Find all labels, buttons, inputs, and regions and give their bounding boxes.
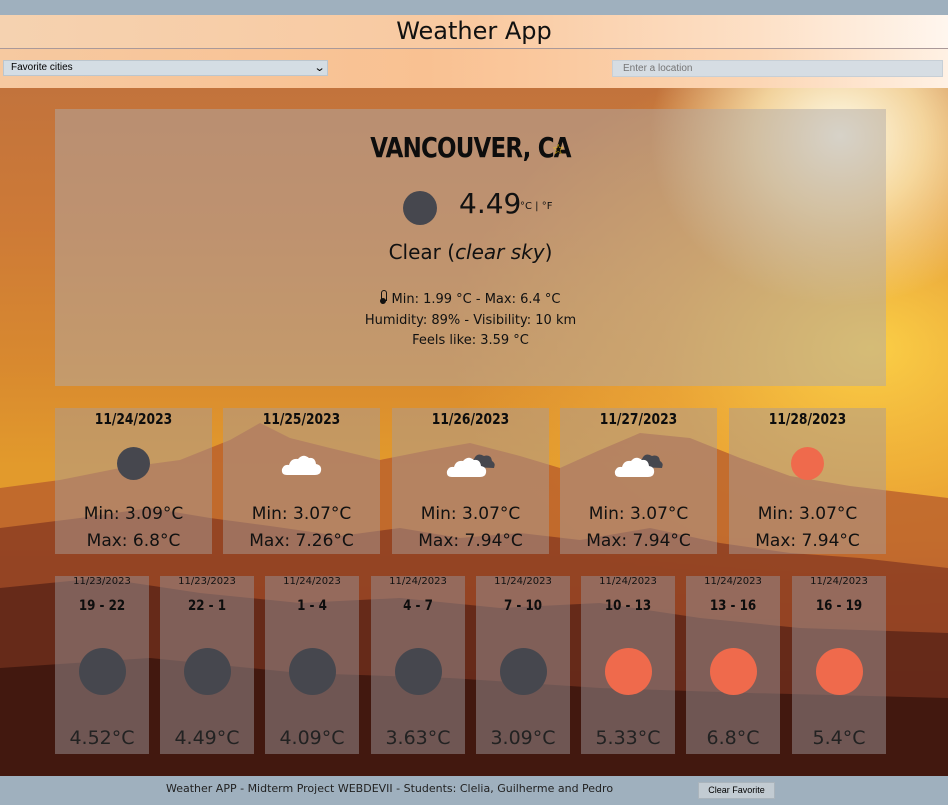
moon-icon [117, 447, 150, 480]
moon-icon [79, 648, 126, 695]
daily-min: Min: 3.07°C [251, 504, 352, 524]
hourly-temp: 4.09°C [279, 727, 345, 749]
hourly-temp: 5.33°C [595, 727, 661, 749]
daily-date: 11/25/2023 [262, 410, 341, 428]
favorite-cities-select-value: Favorite cities [11, 62, 73, 73]
hourly-card: 11/24/2023 13 - 16 6.8°C [686, 576, 780, 754]
hourly-temp: 3.09°C [490, 727, 556, 749]
moon-icon [500, 648, 547, 695]
daily-min: Min: 3.09°C [83, 504, 184, 524]
thermometer-icon [379, 290, 387, 304]
daily-card: 11/26/2023 Min: 3.07°C Max: 7.94°C [392, 408, 549, 554]
weather-description: Clear (clear sky) [388, 240, 553, 264]
hourly-card: 11/23/2023 19 - 22 4.52°C [55, 576, 149, 754]
min-max-line: Min: 1.99 °C - Max: 6.4 °C [55, 290, 886, 307]
chevron-down-icon: ⌄ [313, 62, 326, 74]
hourly-card: 11/23/2023 22 - 1 4.49°C [160, 576, 254, 754]
city-name: VANCOUVER, CA [370, 131, 571, 164]
sun-icon [710, 648, 757, 695]
current-temperature: 4.49 [459, 187, 522, 220]
daily-min: Min: 3.07°C [420, 504, 521, 524]
hourly-card: 11/24/2023 16 - 19 5.4°C [792, 576, 886, 754]
daily-card: 11/24/2023 Min: 3.09°C Max: 6.8°C [55, 408, 212, 554]
moon-icon [289, 648, 336, 695]
daily-date: 11/28/2023 [768, 410, 847, 428]
moon-icon [403, 191, 437, 225]
hourly-card: 11/24/2023 7 - 10 3.09°C [476, 576, 570, 754]
daily-min: Min: 3.07°C [588, 504, 689, 524]
hourly-range: 22 - 1 [187, 598, 227, 614]
daily-min: Min: 3.07°C [757, 504, 858, 524]
hourly-temp: 3.63°C [385, 727, 451, 749]
hourly-date: 11/24/2023 [389, 576, 447, 587]
hourly-card: 11/24/2023 1 - 4 4.09°C [265, 576, 359, 754]
daily-max: Max: 7.26°C [249, 531, 354, 551]
hourly-card: 11/24/2023 4 - 7 3.63°C [371, 576, 465, 754]
sun-icon [791, 447, 824, 480]
daily-date: 11/27/2023 [599, 410, 678, 428]
daily-date: 11/26/2023 [431, 410, 510, 428]
hourly-range: 13 - 16 [709, 598, 757, 614]
feels-like: Feels like: 3.59 °C [412, 333, 529, 348]
app-header: Weather App [0, 15, 948, 49]
hourly-range: 4 - 7 [403, 598, 433, 614]
hourly-card: 11/24/2023 10 - 13 5.33°C [581, 576, 675, 754]
hourly-range: 10 - 13 [604, 598, 652, 614]
daily-max: Max: 7.94°C [418, 531, 523, 551]
daily-card: 11/27/2023 Min: 3.07°C Max: 7.94°C [560, 408, 717, 554]
hourly-range: 16 - 19 [815, 598, 863, 614]
daily-max: Max: 7.94°C [586, 531, 691, 551]
hourly-date: 11/24/2023 [704, 576, 762, 587]
sun-icon [605, 648, 652, 695]
hourly-temp: 6.8°C [706, 727, 760, 749]
footer: Weather APP - Midterm Project WEBDEVII -… [0, 776, 948, 805]
daily-max: Max: 6.8°C [86, 531, 181, 551]
clouds-icon [446, 447, 496, 480]
daily-max: Max: 7.94°C [755, 531, 860, 551]
hourly-date: 11/24/2023 [494, 576, 552, 587]
daily-card: 11/25/2023 Min: 3.07°C Max: 7.26°C [223, 408, 380, 554]
hourly-range: 7 - 10 [503, 598, 543, 614]
daily-date: 11/24/2023 [94, 410, 173, 428]
moon-icon [395, 648, 442, 695]
hourly-temp: 4.52°C [69, 727, 135, 749]
hourly-temp: 4.49°C [174, 727, 240, 749]
humidity-visibility: Humidity: 89% - Visibility: 10 km [364, 313, 577, 328]
app-title: Weather App [396, 17, 552, 45]
daily-card: 11/28/2023 Min: 3.07°C Max: 7.94°C [729, 408, 886, 554]
hourly-range: 1 - 4 [297, 598, 327, 614]
condition-detail: clear sky [455, 240, 545, 264]
hourly-date: 11/23/2023 [178, 576, 236, 587]
min-max-text: Min: 1.99 °C - Max: 6.4 °C [391, 292, 561, 307]
condition-main: Clear [388, 240, 441, 264]
moon-icon [184, 648, 231, 695]
hourly-date: 11/24/2023 [810, 576, 868, 587]
clear-favorite-button[interactable]: Clear Favorite [698, 782, 775, 799]
top-strip [0, 0, 948, 15]
footer-credits: Weather APP - Midterm Project WEBDEVII -… [166, 782, 614, 795]
current-weather-panel: VANCOUVER, CA ☆ 4.49 °C | °F Clear (clea… [55, 109, 886, 386]
cloud-icon [281, 447, 323, 480]
sun-icon [816, 648, 863, 695]
star-icon[interactable]: ☆ [552, 142, 565, 158]
clouds-icon [614, 447, 664, 480]
favorite-cities-select[interactable]: Favorite cities ⌄ [3, 60, 328, 76]
hourly-range: 19 - 22 [78, 598, 126, 614]
unit-toggle[interactable]: °C | °F [520, 201, 552, 212]
hourly-temp: 5.4°C [812, 727, 866, 749]
location-search-input[interactable] [612, 60, 943, 77]
hourly-date: 11/24/2023 [599, 576, 657, 587]
hourly-date: 11/24/2023 [283, 576, 341, 587]
hourly-date: 11/23/2023 [73, 576, 131, 587]
